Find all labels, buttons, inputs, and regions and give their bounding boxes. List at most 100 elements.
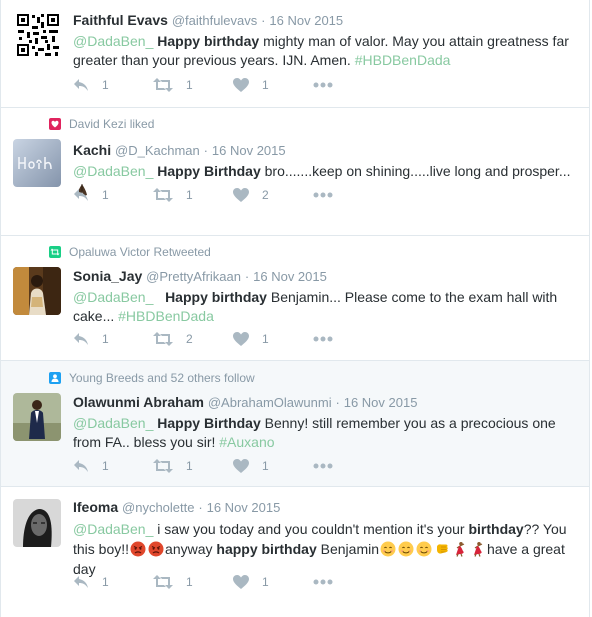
text-segment (153, 289, 165, 305)
heart-icon (233, 575, 249, 589)
reply-button[interactable]: 1 (73, 575, 153, 589)
like-button[interactable]: 1 (233, 332, 313, 346)
reply-button[interactable]: 1 (73, 188, 153, 202)
avatar[interactable] (13, 393, 61, 441)
timestamp[interactable]: 16 Nov 2015 (253, 269, 327, 284)
like-count: 1 (262, 332, 269, 346)
timestamp[interactable]: 16 Nov 2015 (269, 13, 343, 28)
tweet-header: Sonia_Jay @PrettyAfrikaan · 16 Nov 2015 (73, 267, 579, 286)
tweet-context: David Kezi liked (49, 117, 154, 131)
tweet[interactable]: Young Breeds and 52 others follow Olawun… (1, 361, 589, 487)
context-text[interactable]: Young Breeds and 52 others follow (69, 371, 255, 385)
mention-link[interactable]: @DadaBen_ (73, 163, 153, 179)
context-text[interactable]: Opaluwa Victor Retweeted (69, 245, 211, 259)
mention-link[interactable]: @DadaBen_ (73, 415, 153, 431)
fullname[interactable]: Sonia_Jay (73, 268, 142, 284)
text-segment: anyway (165, 541, 217, 557)
retweet-context-icon (49, 246, 61, 258)
hashtag-link[interactable]: #Auxano (219, 434, 274, 450)
tweet-actions: 1 1 1 (73, 575, 333, 589)
text-bold: happy birthday (216, 541, 317, 557)
hashtag-link[interactable]: #HBDBenDada (118, 308, 214, 324)
reply-icon (73, 575, 89, 589)
avatar[interactable] (13, 267, 61, 315)
angry-face-emoji (148, 541, 164, 557)
separator-dot: · (335, 395, 340, 410)
avatar[interactable] (13, 139, 61, 187)
reply-icon (73, 78, 89, 92)
hashtag-link[interactable]: #HBDBenDada (355, 52, 451, 68)
retweet-button[interactable]: 1 (153, 78, 233, 92)
username[interactable]: @PrettyAfrikaan (146, 269, 241, 284)
more-button[interactable] (313, 82, 333, 88)
more-button[interactable] (313, 192, 333, 198)
retweet-button[interactable]: 1 (153, 575, 233, 589)
follow-person-icon (49, 372, 61, 384)
mention-link[interactable]: @DadaBen_ (73, 521, 153, 537)
tweet[interactable]: Faithful Evavs @faithfulevavs · 16 Nov 2… (1, 0, 589, 108)
retweet-icon (153, 332, 173, 346)
tweet-header: Ifeoma @nycholette · 16 Nov 2015 (73, 498, 579, 517)
fullname[interactable]: Olawunmi Abraham (73, 394, 204, 410)
more-button[interactable] (313, 579, 333, 585)
tweet-actions: 1 1 2 (73, 188, 333, 202)
tweet-text: @DadaBen_ i saw you today and you couldn… (73, 519, 579, 579)
reply-button[interactable]: 1 (73, 78, 153, 92)
fist-bump-emoji (434, 541, 450, 557)
like-button[interactable]: 1 (233, 78, 313, 92)
username[interactable]: @faithfulevavs (172, 13, 257, 28)
retweet-button[interactable]: 1 (153, 459, 233, 473)
retweet-icon (153, 188, 173, 202)
username[interactable]: @AbrahamOlawunmi (208, 395, 332, 410)
text-segment: i saw you today and you couldn't mention… (153, 521, 469, 537)
like-count: 1 (262, 459, 269, 473)
username[interactable]: @D_Kachman (115, 143, 200, 158)
separator-dot: · (198, 500, 203, 515)
avatar[interactable] (13, 499, 61, 547)
qr-code-avatar[interactable] (15, 12, 61, 58)
dancer-emoji (452, 541, 468, 557)
like-button[interactable]: 1 (233, 459, 313, 473)
heart-icon (233, 188, 249, 202)
reply-count: 1 (102, 78, 109, 92)
more-dots-icon (313, 579, 333, 585)
username[interactable]: @nycholette (122, 500, 194, 515)
retweet-count: 2 (186, 332, 193, 346)
tweet[interactable]: Opaluwa Victor Retweeted Sonia_Jay @Pret… (1, 236, 589, 361)
more-dots-icon (313, 336, 333, 342)
text-bold: Happy Birthday (157, 163, 261, 179)
more-dots-icon (313, 82, 333, 88)
timestamp[interactable]: 16 Nov 2015 (344, 395, 418, 410)
retweet-button[interactable]: 2 (153, 332, 233, 346)
tweet[interactable]: David Kezi liked Kachi @D_Kachman · 16 N… (1, 108, 589, 236)
reply-icon (73, 188, 89, 202)
fullname[interactable]: Kachi (73, 142, 111, 158)
retweet-icon (153, 78, 173, 92)
mention-link[interactable]: @DadaBen_ (73, 289, 153, 305)
tweet-context: Young Breeds and 52 others follow (49, 371, 255, 385)
smiling-face-emoji (416, 541, 432, 557)
tweet-actions: 1 1 1 (73, 459, 333, 473)
reply-count: 1 (102, 188, 109, 202)
fullname[interactable]: Faithful Evavs (73, 12, 168, 28)
like-button[interactable]: 1 (233, 575, 313, 589)
text-bold: Happy birthday (157, 33, 260, 49)
more-button[interactable] (313, 336, 333, 342)
mention-link[interactable]: @DadaBen_ (73, 33, 153, 49)
context-text[interactable]: David Kezi liked (69, 117, 154, 131)
reply-button[interactable]: 1 (73, 459, 153, 473)
tweet[interactable]: Ifeoma @nycholette · 16 Nov 2015 @DadaBe… (1, 487, 589, 617)
separator-dot: · (261, 13, 266, 28)
more-button[interactable] (313, 463, 333, 469)
retweet-icon (153, 575, 173, 589)
retweet-button[interactable]: 1 (153, 188, 233, 202)
heart-icon (233, 78, 249, 92)
reply-button[interactable]: 1 (73, 332, 153, 346)
fullname[interactable]: Ifeoma (73, 499, 118, 515)
text-bold: Happy Birthday (157, 415, 261, 431)
reply-count: 1 (102, 332, 109, 346)
text-bold: Happy birthday (165, 289, 267, 305)
timestamp[interactable]: 16 Nov 2015 (207, 500, 281, 515)
timestamp[interactable]: 16 Nov 2015 (212, 143, 286, 158)
like-button[interactable]: 2 (233, 188, 313, 202)
